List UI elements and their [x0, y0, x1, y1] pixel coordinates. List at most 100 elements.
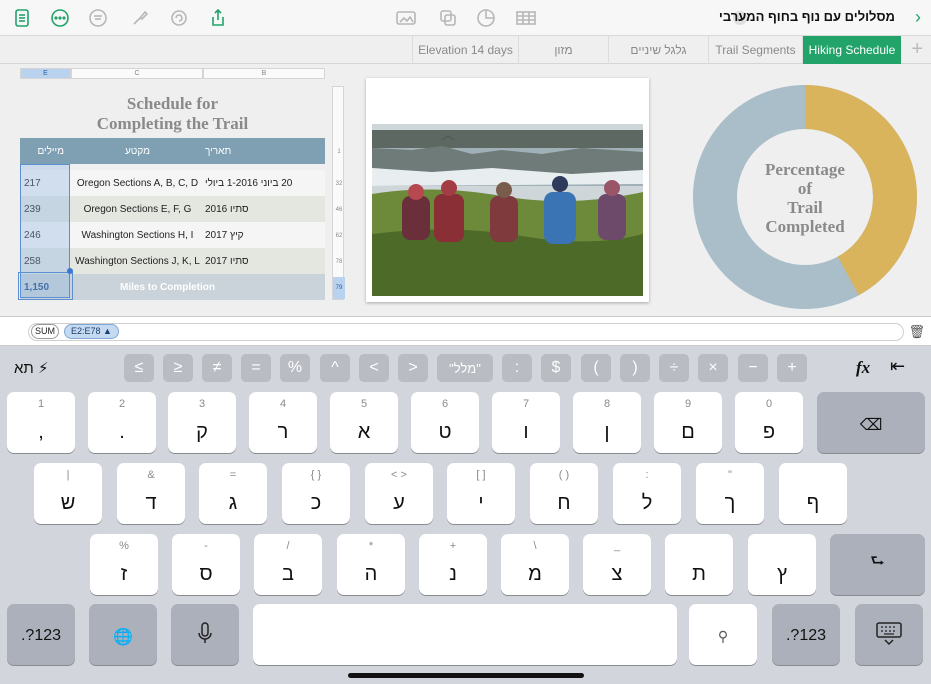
- key-multiply[interactable]: ×: [698, 354, 728, 382]
- key[interactable]: :ל: [613, 463, 681, 524]
- key[interactable]: 3ק: [168, 392, 236, 453]
- key[interactable]: % ז: [90, 534, 158, 595]
- key[interactable]: = ג: [199, 463, 267, 524]
- tab-food[interactable]: מזון: [518, 36, 608, 64]
- cell-section[interactable]: Oregon Sections E, F, G: [70, 196, 205, 222]
- key[interactable]: < > ע: [365, 463, 433, 524]
- collaborate-icon[interactable]: [167, 6, 191, 30]
- key[interactable]: ף: [779, 463, 847, 524]
- cell-section[interactable]: Oregon Sections A, B, C, D: [70, 170, 205, 196]
- globe-key[interactable]: 🌐: [89, 604, 157, 665]
- key-equal[interactable]: =: [241, 354, 271, 382]
- chart-icon[interactable]: [474, 6, 498, 30]
- cell-miles[interactable]: 258: [20, 248, 70, 274]
- cell-total-miles[interactable]: 1,150: [20, 274, 70, 300]
- share-icon[interactable]: [206, 6, 230, 30]
- row-number[interactable]: 32: [333, 181, 345, 187]
- shapes-icon[interactable]: [436, 6, 460, 30]
- key-percent[interactable]: %: [280, 354, 310, 382]
- media-icon[interactable]: [394, 6, 418, 30]
- selection-handle[interactable]: [67, 268, 73, 274]
- microphone-key[interactable]: [171, 604, 239, 665]
- cell-date[interactable]: סתיו 2017: [205, 248, 325, 274]
- header-section[interactable]: מקטע: [70, 138, 205, 164]
- key-minus[interactable]: −: [738, 354, 768, 382]
- key[interactable]: 5א: [330, 392, 398, 453]
- key-plus[interactable]: +: [777, 354, 807, 382]
- key[interactable]: * ה: [337, 534, 405, 595]
- numbers-key-left[interactable]: .?123: [7, 604, 75, 665]
- trash-icon[interactable]: 🗑: [908, 324, 925, 340]
- cell-mode-toggle[interactable]: תא ⚡: [14, 359, 49, 377]
- space-key[interactable]: [253, 604, 677, 665]
- row-number[interactable]: 62: [333, 233, 345, 239]
- key[interactable]: | ש: [34, 463, 102, 524]
- key[interactable]: 6ט: [411, 392, 479, 453]
- row-number-selected[interactable]: 79: [333, 277, 345, 299]
- cell-date[interactable]: קיץ 2017: [205, 222, 325, 248]
- more-icon[interactable]: [48, 6, 72, 30]
- key[interactable]: ( ) ח: [530, 463, 598, 524]
- column-header-b[interactable]: B: [203, 68, 325, 79]
- back-chevron-icon[interactable]: ›: [915, 7, 921, 28]
- key-dollar[interactable]: $: [541, 354, 571, 382]
- key-greater-equal[interactable]: ≥: [163, 354, 193, 382]
- key[interactable]: _ צ: [583, 534, 651, 595]
- tab-gear[interactable]: גלגל שיניים: [608, 36, 708, 64]
- row-number[interactable]: 78: [333, 259, 345, 265]
- key[interactable]: \ מ: [501, 534, 569, 595]
- cell-section[interactable]: Washington Sections H, I: [70, 222, 205, 248]
- key[interactable]: -ס: [172, 534, 240, 595]
- dismiss-keyboard-key[interactable]: [855, 604, 923, 665]
- key-divide[interactable]: ÷: [659, 354, 689, 382]
- delete-key[interactable]: ⌫: [817, 392, 925, 453]
- key[interactable]: 7ו: [492, 392, 560, 453]
- cell-total-label[interactable]: Miles to Completion: [120, 274, 325, 300]
- home-indicator[interactable]: [348, 673, 584, 678]
- key[interactable]: [ ] י: [447, 463, 515, 524]
- table-icon[interactable]: [514, 6, 538, 30]
- key-less[interactable]: <: [359, 354, 389, 382]
- cell-date[interactable]: סתיו 2016: [205, 196, 325, 222]
- tab-left-icon[interactable]: ⇤: [890, 356, 905, 377]
- key-less-equal[interactable]: ≤: [124, 354, 154, 382]
- key[interactable]: { } כ: [282, 463, 350, 524]
- key-colon[interactable]: :: [502, 354, 532, 382]
- key[interactable]: 2.: [88, 392, 156, 453]
- column-header-c[interactable]: C: [71, 68, 203, 79]
- emoji-key[interactable]: ⚲: [689, 604, 757, 665]
- numbers-key-right[interactable]: .?123: [772, 604, 840, 665]
- key[interactable]: 4ר: [249, 392, 317, 453]
- key-greater[interactable]: >: [398, 354, 428, 382]
- tab-trail-segments[interactable]: Trail Segments: [708, 36, 802, 64]
- key-open-paren[interactable]: (: [581, 354, 611, 382]
- return-key[interactable]: ⮑: [830, 534, 925, 595]
- key-not-equal[interactable]: ≠: [202, 354, 232, 382]
- key-text[interactable]: "מלל": [437, 354, 493, 382]
- add-sheet-icon[interactable]: +: [911, 38, 923, 61]
- tab-elevation[interactable]: Elevation 14 days: [412, 36, 518, 64]
- cell-section[interactable]: Washington Sections J, K, L: [70, 248, 205, 274]
- row-number[interactable]: 46: [333, 207, 345, 213]
- key[interactable]: + נ: [419, 534, 487, 595]
- header-miles[interactable]: מיילים: [20, 138, 70, 164]
- hikers-photo[interactable]: [366, 78, 649, 302]
- cell-miles[interactable]: 217: [20, 170, 70, 196]
- document-title[interactable]: מסלולים עם נוף בחוף המערבי: [719, 9, 895, 24]
- paintbrush-icon[interactable]: [128, 6, 152, 30]
- key[interactable]: " ך: [696, 463, 764, 524]
- key-close-paren[interactable]: ): [620, 354, 650, 382]
- key[interactable]: 8ן: [573, 392, 641, 453]
- key[interactable]: ת: [665, 534, 733, 595]
- cell-miles[interactable]: 239: [20, 196, 70, 222]
- tab-hiking-schedule[interactable]: Hiking Schedule: [802, 36, 901, 64]
- key[interactable]: ץ: [748, 534, 816, 595]
- formula-reference-token[interactable]: E2:E78 ▲: [64, 324, 119, 339]
- format-icon[interactable]: [86, 6, 110, 30]
- row-number[interactable]: 1: [333, 149, 345, 155]
- key-caret[interactable]: ^: [320, 354, 350, 382]
- key[interactable]: 0פ: [735, 392, 803, 453]
- key[interactable]: / ב: [254, 534, 322, 595]
- key[interactable]: & ד: [117, 463, 185, 524]
- header-date[interactable]: תאריך: [205, 138, 325, 164]
